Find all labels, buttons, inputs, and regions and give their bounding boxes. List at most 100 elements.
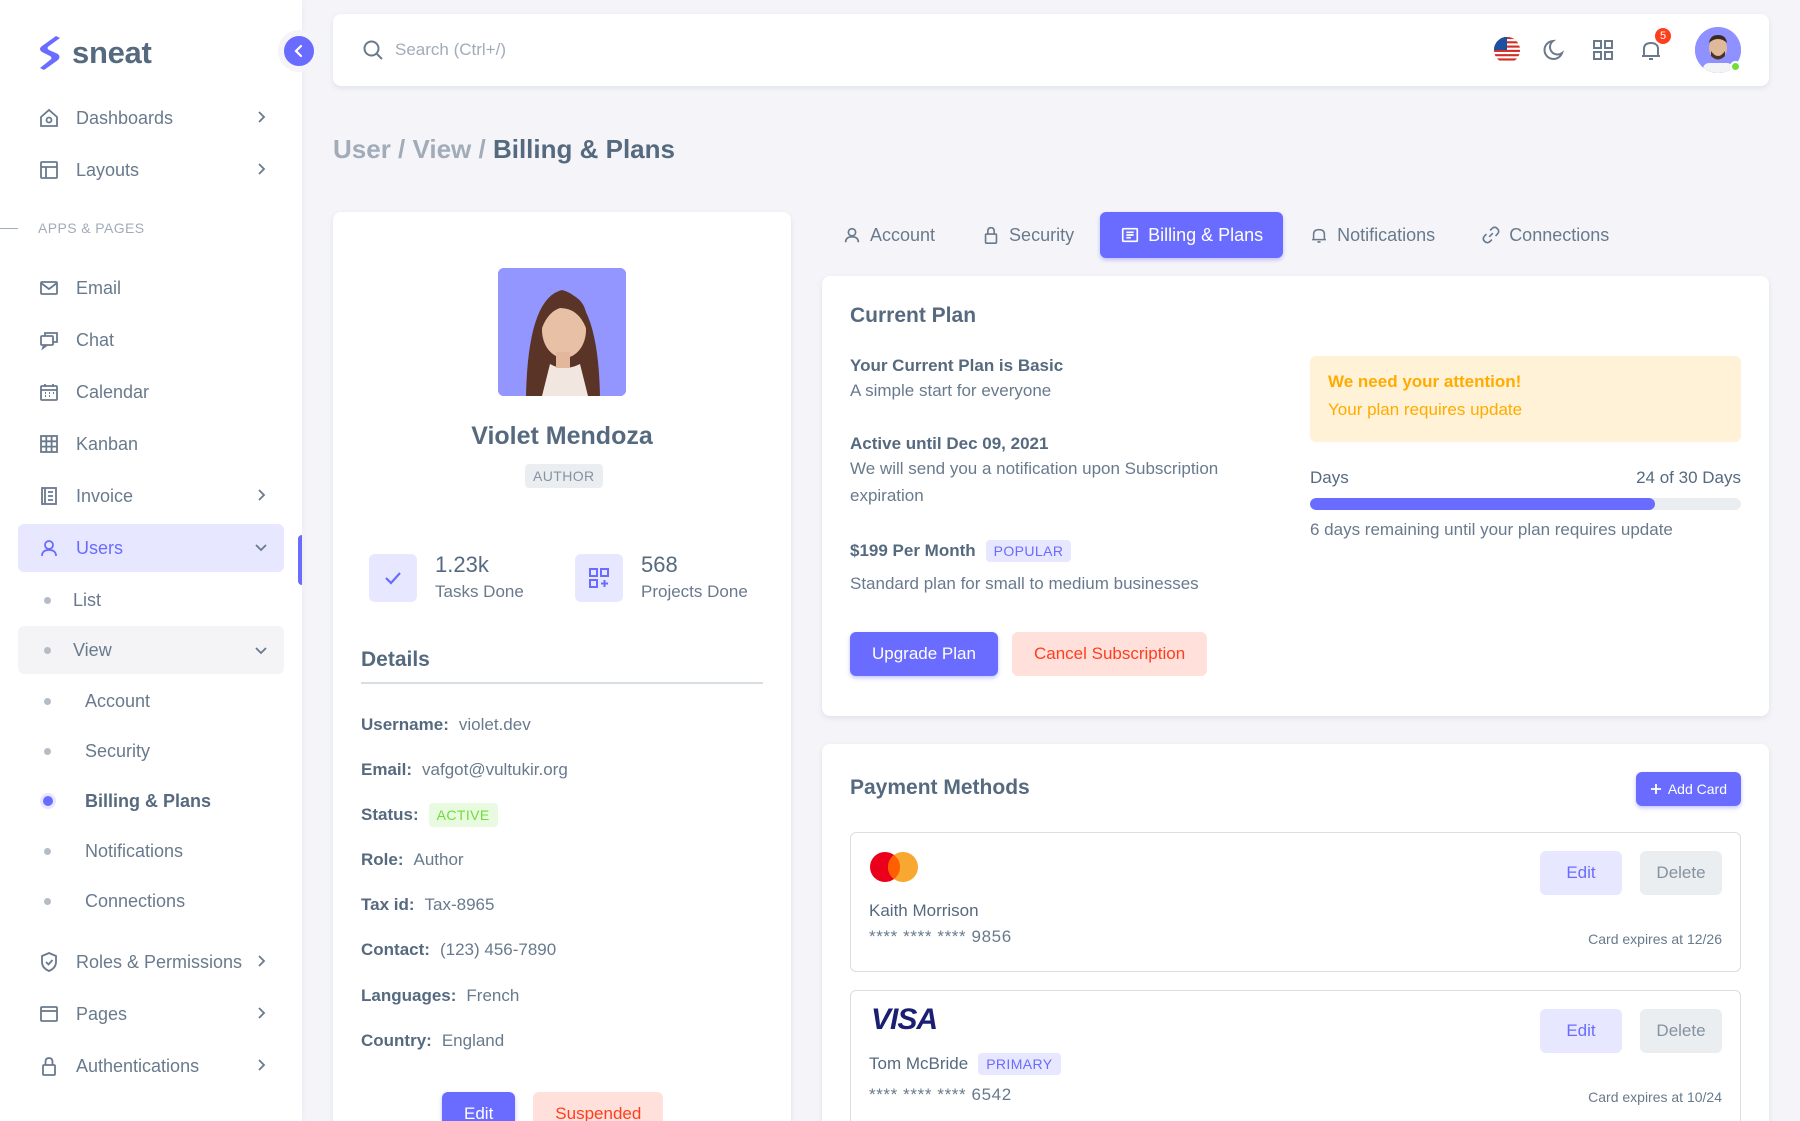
brand[interactable]: sneat — [36, 34, 152, 72]
tab-notifications[interactable]: Notifications — [1289, 212, 1455, 258]
lock-icon — [984, 226, 998, 244]
sidebar-subsubitem-label: Security — [85, 740, 151, 761]
sidebar-item-invoice[interactable]: Invoice — [18, 472, 284, 520]
detail-value: vafgot@vultukir.org — [422, 760, 568, 779]
user-icon — [844, 227, 860, 243]
sidebar-item-users[interactable]: Users — [18, 524, 284, 572]
sidebar-item-roles[interactable]: Roles & Permissions — [18, 938, 284, 986]
online-status-dot — [1730, 61, 1741, 72]
tab-connections[interactable]: Connections — [1461, 212, 1629, 258]
payment-methods-card: Payment Methods Add Card Kaith Morrison … — [822, 744, 1769, 1121]
primary-badge: PRIMARY — [978, 1053, 1061, 1075]
chevron-right-icon — [258, 1059, 266, 1071]
sidebar-collapse-button[interactable] — [278, 30, 320, 72]
days-progress-bar — [1310, 498, 1741, 510]
bullet-icon — [44, 747, 51, 755]
details-title: Details — [361, 648, 430, 671]
search-input[interactable] — [395, 40, 795, 60]
moon-icon[interactable] — [1541, 36, 1569, 64]
sidebar-item-pages[interactable]: Pages — [18, 990, 284, 1038]
visa-logo-icon: VISA — [871, 1003, 938, 1036]
apps-grid-icon[interactable] — [1589, 36, 1617, 64]
edit-card-button[interactable]: Edit — [1540, 851, 1622, 895]
detail-key: Username: — [361, 715, 449, 734]
current-plan-desc: A simple start for everyone — [850, 381, 1052, 400]
notification-count-badge: 5 — [1653, 26, 1673, 46]
upgrade-plan-button[interactable]: Upgrade Plan — [850, 632, 998, 676]
search-icon[interactable] — [361, 38, 385, 62]
sidebar-subsubitem-label: Notifications — [85, 840, 184, 861]
sidebar-subitem-list[interactable]: List — [18, 576, 284, 624]
edit-card-button[interactable]: Edit — [1540, 1009, 1622, 1053]
chevron-left-icon — [294, 44, 303, 58]
flag-us-icon[interactable] — [1493, 36, 1521, 64]
detail-key: Email: — [361, 760, 413, 779]
cardholder-name: Tom McBride — [869, 1054, 969, 1073]
sidebar-item-label: Kanban — [76, 433, 139, 454]
sidebar-item-authentications[interactable]: Authentications — [18, 1042, 284, 1090]
sidebar-item-layouts[interactable]: Layouts — [18, 146, 284, 194]
detail-value: England — [441, 1031, 505, 1050]
delete-card-button[interactable]: Delete — [1640, 1009, 1722, 1053]
suspend-user-button[interactable]: Suspended — [533, 1092, 664, 1121]
days-remaining-note: 6 days remaining until your plan require… — [1310, 520, 1673, 539]
days-label: Days — [1310, 468, 1349, 487]
delete-card-button[interactable]: Delete — [1640, 851, 1722, 895]
tab-security[interactable]: Security — [961, 212, 1094, 258]
sidebar-item-label: Dashboards — [76, 107, 174, 128]
status-badge: ACTIVE — [428, 803, 498, 827]
breadcrumb-user[interactable]: User / — [333, 134, 413, 164]
days-progress-fill — [1310, 498, 1655, 510]
shield-check-icon — [38, 951, 60, 973]
detail-key: Country: — [361, 1031, 432, 1050]
tab-account[interactable]: Account — [822, 212, 955, 258]
page-title: Billing & Plans — [492, 134, 675, 164]
sidebar-item-label: Authentications — [76, 1055, 200, 1076]
sidebar-item-dashboards[interactable]: Dashboards — [18, 94, 284, 142]
sidebar-subsubitem-notifications[interactable]: Notifications — [18, 826, 284, 876]
sidebar: sneat Dashboards Layouts APPS & PAGES Em… — [0, 0, 320, 1121]
profile-tabs: Account Security Billing & Plans Notific… — [822, 212, 1629, 258]
detail-contact: Contact: (123) 456-7890 — [361, 940, 556, 960]
bell-icon — [1312, 228, 1327, 243]
breadcrumb: User / View / Billing & Plans — [333, 134, 675, 165]
sidebar-item-chat[interactable]: Chat — [18, 316, 284, 364]
user-icon — [38, 537, 60, 559]
detail-value: Author — [413, 850, 464, 869]
sidebar-menu: Dashboards Layouts APPS & PAGES Email Ch… — [0, 94, 284, 1094]
sidebar-item-calendar[interactable]: Calendar — [18, 368, 284, 416]
tab-billing-plans[interactable]: Billing & Plans — [1100, 212, 1284, 258]
chevron-down-icon — [255, 544, 267, 552]
cardholder-row: Tom McBride PRIMARY — [869, 1053, 1061, 1075]
card-number: **** **** **** 6542 — [869, 1085, 1012, 1104]
sidebar-subsubitem-connections[interactable]: Connections — [18, 876, 284, 926]
detail-email: Email: vafgot@vultukir.org — [361, 760, 568, 780]
user-avatar — [498, 268, 626, 396]
sidebar-subsubitem-account[interactable]: Account — [18, 676, 284, 726]
sidebar-subsubitem-billing[interactable]: Billing & Plans — [18, 776, 284, 826]
detail-value: French — [466, 986, 520, 1005]
card-actions: Edit Delete — [1540, 851, 1722, 895]
detail-key: Role: — [361, 850, 404, 869]
sidebar-item-label: Email — [76, 277, 122, 298]
chevron-right-icon — [258, 163, 266, 175]
brand-name: sneat — [72, 35, 152, 70]
add-card-button[interactable]: Add Card — [1635, 772, 1741, 806]
user-name: Violet Mendoza — [471, 422, 653, 450]
bell-icon[interactable]: 5 — [1637, 26, 1673, 64]
tab-label: Billing & Plans — [1148, 224, 1264, 245]
sidebar-subsubitem-security[interactable]: Security — [18, 726, 284, 776]
edit-user-button[interactable]: Edit — [442, 1092, 516, 1121]
tasks-value: 1.23k — [435, 552, 489, 577]
cancel-subscription-button[interactable]: Cancel Subscription — [1011, 632, 1208, 676]
sidebar-item-email[interactable]: Email — [18, 264, 284, 312]
breadcrumb-view[interactable]: View / — [413, 134, 493, 164]
sidebar-item-kanban[interactable]: Kanban — [18, 420, 284, 468]
sidebar-item-label: Chat — [76, 329, 115, 350]
sidebar-subitem-view[interactable]: View — [18, 626, 284, 674]
avatar[interactable] — [1695, 27, 1741, 73]
sidebar-subsubitem-label: Billing & Plans — [85, 790, 212, 811]
days-row: Days 24 of 30 Days — [1310, 468, 1741, 488]
attention-alert: We need your attention! Your plan requir… — [1310, 356, 1741, 442]
detail-status: Status: ACTIVE — [361, 803, 498, 827]
